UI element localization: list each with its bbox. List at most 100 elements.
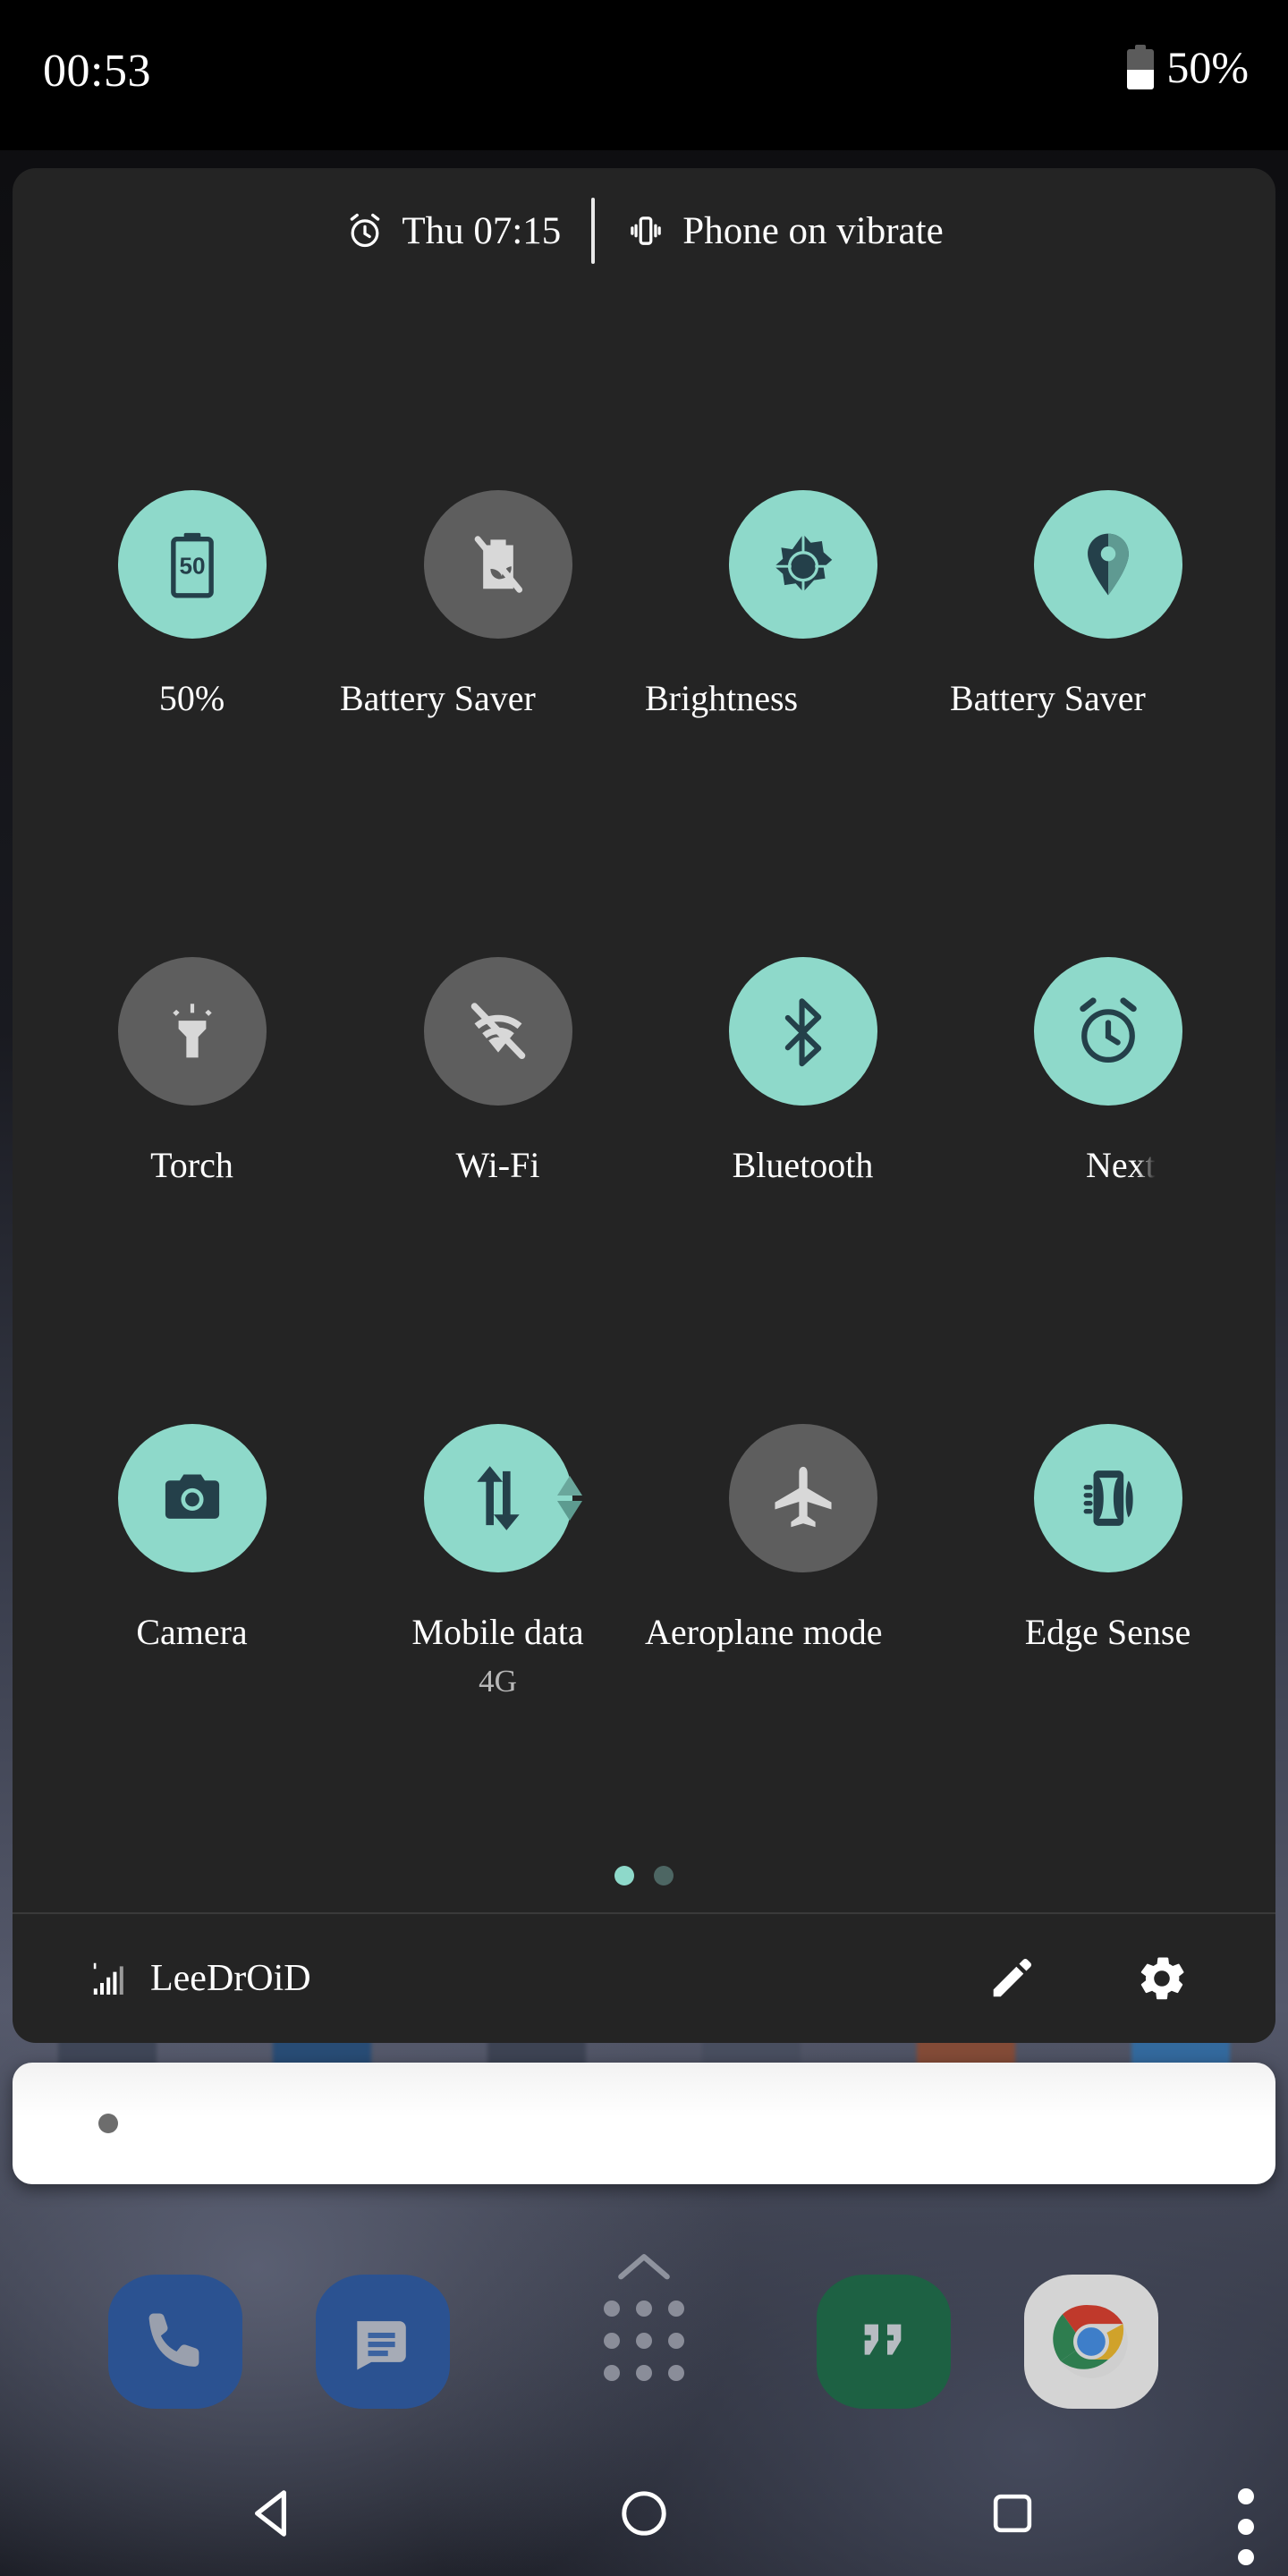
dock-item-phone[interactable] bbox=[95, 2261, 256, 2422]
quick-settings-tile-grid: 50 50% Battery Saver Brightness Battery … bbox=[13, 490, 1275, 1891]
tile-icon-container bbox=[423, 1424, 572, 1572]
tile-label: Edge Sense bbox=[1024, 1612, 1191, 1652]
location-pin-icon bbox=[1087, 533, 1129, 596]
phone-icon bbox=[108, 2275, 242, 2409]
tile-brightness[interactable]: Brightness bbox=[645, 490, 961, 866]
dock bbox=[0, 2254, 1288, 2440]
tile-label: 50% bbox=[158, 678, 225, 718]
tile-label: Wi-Fi bbox=[455, 1145, 540, 1185]
tile-label: Mobile data bbox=[411, 1612, 584, 1652]
page-dot-active[interactable] bbox=[614, 1866, 634, 1885]
chevron-up-icon bbox=[618, 2254, 670, 2280]
dock-item-hangouts[interactable] bbox=[803, 2261, 964, 2422]
tile-label: Brightness bbox=[645, 678, 799, 718]
status-bar-right: 50% bbox=[1127, 45, 1249, 89]
tile-label: Aeroplane mode bbox=[645, 1612, 883, 1652]
gear-icon[interactable] bbox=[1134, 1951, 1190, 2006]
tile-label: Next bbox=[1086, 1145, 1156, 1185]
battery-level-icon: 50 bbox=[170, 532, 214, 598]
brightness-icon bbox=[767, 529, 838, 604]
data-up-arrow-icon bbox=[557, 1476, 582, 1496]
quick-settings-footer: LeeDrOiD bbox=[13, 1912, 1275, 2043]
tile-icon-container bbox=[117, 1424, 267, 1572]
header-divider bbox=[591, 198, 596, 264]
overflow-menu-icon[interactable] bbox=[1238, 2488, 1254, 2565]
alarm-time-label: Thu 07:15 bbox=[402, 209, 562, 252]
tile-label: Camera bbox=[136, 1612, 248, 1652]
nav-home-button[interactable] bbox=[590, 2470, 698, 2556]
tile-label-clip: Battery Saver bbox=[950, 678, 1266, 723]
status-bar: 00:53 50% bbox=[0, 0, 1288, 150]
tile-wifi[interactable]: Wi-Fi bbox=[340, 957, 656, 1333]
tile-torch[interactable]: Torch bbox=[34, 957, 350, 1333]
wifi-off-icon bbox=[470, 1003, 525, 1059]
tile-mobile-data[interactable]: Mobile data 4G bbox=[340, 1424, 656, 1800]
notification-card[interactable] bbox=[13, 2063, 1275, 2184]
pencil-icon[interactable] bbox=[986, 1953, 1038, 2004]
chrome-icon bbox=[1024, 2275, 1158, 2409]
hangouts-icon bbox=[817, 2275, 951, 2409]
battery-half-icon bbox=[1127, 45, 1155, 89]
nav-back-button[interactable] bbox=[222, 2470, 329, 2556]
back-triangle-icon bbox=[255, 2490, 286, 2537]
tile-sublabel: 4G bbox=[479, 1664, 517, 1699]
flashlight-icon bbox=[172, 1004, 212, 1058]
tile-icon-container bbox=[728, 957, 877, 1106]
tile-row: Camera Mobile data 4G Aeroplane mode Edg… bbox=[13, 1424, 1275, 1891]
tile-icon-container bbox=[1033, 490, 1182, 639]
tile-aeroplane-mode[interactable]: Aeroplane mode bbox=[645, 1424, 961, 1800]
page-dot[interactable] bbox=[654, 1866, 674, 1885]
tile-location[interactable]: Battery Saver bbox=[950, 490, 1266, 866]
tile-camera[interactable]: Camera bbox=[34, 1424, 350, 1800]
app-drawer-handle[interactable] bbox=[590, 2250, 698, 2429]
tile-label: Battery Saver bbox=[340, 678, 536, 718]
tile-icon-container: 50 bbox=[117, 490, 267, 639]
tile-icon-container bbox=[728, 1424, 877, 1572]
carrier-name-label: LeeDrOiD bbox=[150, 1958, 311, 1999]
tile-battery[interactable]: 50 50% bbox=[34, 490, 350, 866]
alarm-clock-icon bbox=[1079, 997, 1137, 1063]
dock-item-chrome[interactable] bbox=[1011, 2261, 1172, 2422]
recents-square-icon bbox=[993, 2494, 1032, 2533]
tile-edge-sense[interactable]: Edge Sense bbox=[950, 1424, 1266, 1800]
aeroplane-icon bbox=[774, 1466, 832, 1528]
signal-bars-icon bbox=[93, 1962, 123, 1995]
mobile-data-icon bbox=[476, 1466, 520, 1530]
navigation-bar bbox=[0, 2451, 1288, 2576]
battery-icon-value: 50 bbox=[179, 552, 205, 579]
tile-bluetooth[interactable]: Bluetooth bbox=[645, 957, 961, 1333]
collapse-dot-icon bbox=[98, 2114, 118, 2133]
carrier-info: LeeDrOiD bbox=[88, 1957, 311, 2000]
tile-label: Bluetooth bbox=[732, 1145, 874, 1185]
tile-icon-container bbox=[117, 957, 267, 1106]
home-circle-icon bbox=[622, 2491, 666, 2536]
tile-row: 50 50% Battery Saver Brightness Battery … bbox=[13, 490, 1275, 957]
tile-icon-container bbox=[1033, 1424, 1182, 1572]
ringer-mode-label: Phone on vibrate bbox=[682, 209, 944, 252]
footer-actions bbox=[986, 1951, 1190, 2006]
alarm-status[interactable]: Thu 07:15 bbox=[344, 210, 561, 251]
vibrate-icon bbox=[631, 216, 662, 245]
messages-icon bbox=[316, 2275, 450, 2409]
data-activity-indicator bbox=[557, 1476, 582, 1521]
quick-settings-panel: Thu 07:15 Phone on vibrate 50 50% Batter… bbox=[13, 168, 1275, 2043]
bluetooth-icon bbox=[784, 998, 821, 1067]
battery-saver-off-icon bbox=[474, 536, 522, 593]
tile-label: Battery Saver bbox=[950, 678, 1146, 718]
tile-icon-container bbox=[728, 490, 877, 639]
tile-label: Torch bbox=[150, 1145, 233, 1185]
tile-battery-saver[interactable]: Battery Saver bbox=[340, 490, 656, 866]
tile-label-clip: Brightness bbox=[645, 678, 961, 723]
edge-sense-icon bbox=[1083, 1470, 1133, 1526]
battery-percent-label: 50% bbox=[1166, 42, 1249, 92]
dock-item-messages[interactable] bbox=[302, 2261, 463, 2422]
tile-label-clip: Aeroplane mode bbox=[645, 1612, 961, 1657]
tile-icon-container bbox=[423, 490, 572, 639]
ringer-status[interactable]: Phone on vibrate bbox=[625, 209, 944, 252]
camera-icon bbox=[165, 1474, 219, 1519]
tile-icon-container bbox=[423, 957, 572, 1106]
nav-recents-button[interactable] bbox=[959, 2470, 1066, 2556]
app-grid-icon bbox=[604, 2301, 684, 2381]
tile-alarm[interactable]: 7:15 Next bbox=[950, 957, 1266, 1333]
tile-row: Torch Wi-Fi Bluetooth Next bbox=[13, 957, 1275, 1424]
